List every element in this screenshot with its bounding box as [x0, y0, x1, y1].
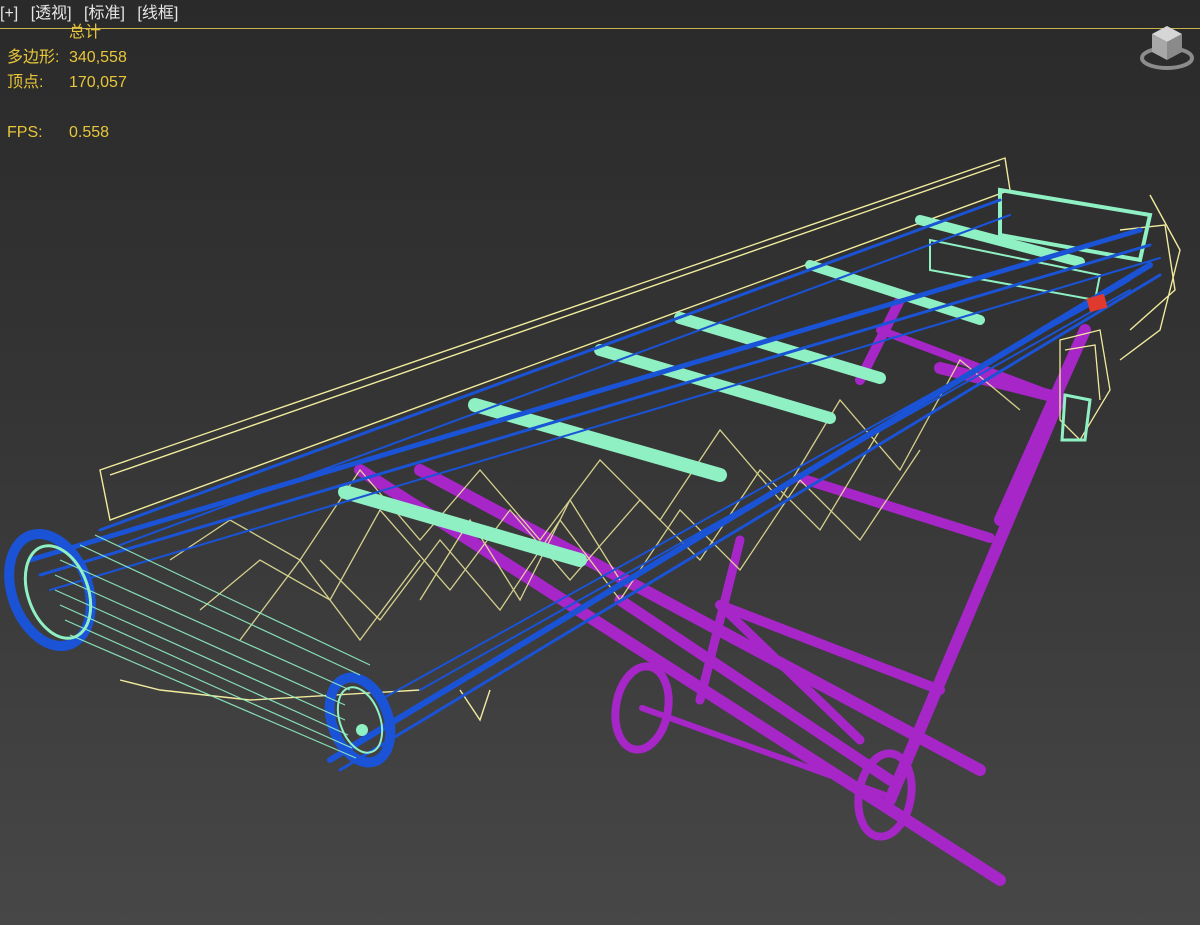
viewport-display-mode-label[interactable]: [线框]: [137, 0, 178, 28]
viewport-view-label[interactable]: [透视]: [31, 0, 72, 28]
head-section-mint: [1060, 393, 1092, 442]
conveyor-belt: [27, 198, 1162, 772]
viewport-canvas[interactable]: [0, 0, 1200, 925]
viewcube-icon[interactable]: [1138, 22, 1196, 74]
viewport-label-bar: [+] [透视] [标准] [线框]: [0, 0, 1200, 29]
viewport-menu-plus[interactable]: [+]: [0, 0, 18, 28]
fps-label: FPS:: [7, 124, 43, 141]
polygons-label: 多边形:: [7, 49, 60, 66]
polygons-value: 340,558: [69, 49, 127, 66]
stats-header: 总计: [69, 24, 102, 41]
vertices-label: 顶点:: [7, 74, 44, 91]
vertices-value: 170,057: [69, 74, 127, 91]
drum-lagging: [54, 534, 371, 759]
head-section: [1059, 329, 1111, 442]
fps-value: 0.558: [69, 124, 110, 141]
